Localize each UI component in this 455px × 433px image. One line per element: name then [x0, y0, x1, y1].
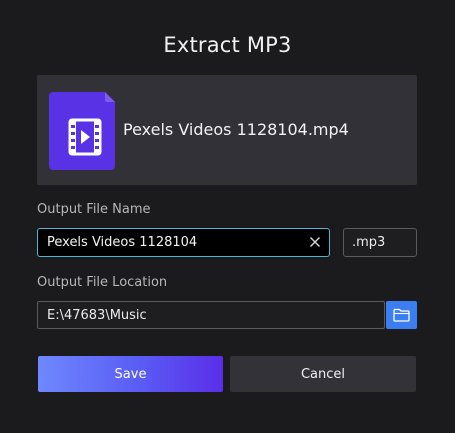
- save-button[interactable]: Save: [38, 356, 223, 392]
- file-extension-field: .mp3: [343, 228, 417, 257]
- video-file-icon: [49, 92, 115, 170]
- close-icon[interactable]: [307, 234, 323, 250]
- output-location-input[interactable]: E:\47683\Music: [37, 301, 385, 329]
- output-file-name-value: Pexels Videos 1128104: [47, 235, 198, 250]
- browse-folder-button[interactable]: [386, 301, 417, 329]
- output-file-location-label: Output File Location: [37, 275, 168, 290]
- dialog-title: Extract MP3: [163, 33, 292, 57]
- cancel-button[interactable]: Cancel: [230, 356, 416, 392]
- output-file-name-input[interactable]: Pexels Videos 1128104: [37, 228, 330, 257]
- folder-icon: [393, 308, 410, 322]
- file-extension-value: .mp3: [352, 235, 386, 250]
- output-file-name-label: Output File Name: [37, 202, 151, 217]
- source-file-card: Pexels Videos 1128104.mp4: [37, 75, 417, 185]
- extract-mp3-dialog: Extract MP3 Pexels Videos 1128104.mp4 Ou…: [0, 0, 455, 433]
- output-location-value: E:\47683\Music: [47, 308, 147, 323]
- source-file-name: Pexels Videos 1128104.mp4: [123, 120, 349, 139]
